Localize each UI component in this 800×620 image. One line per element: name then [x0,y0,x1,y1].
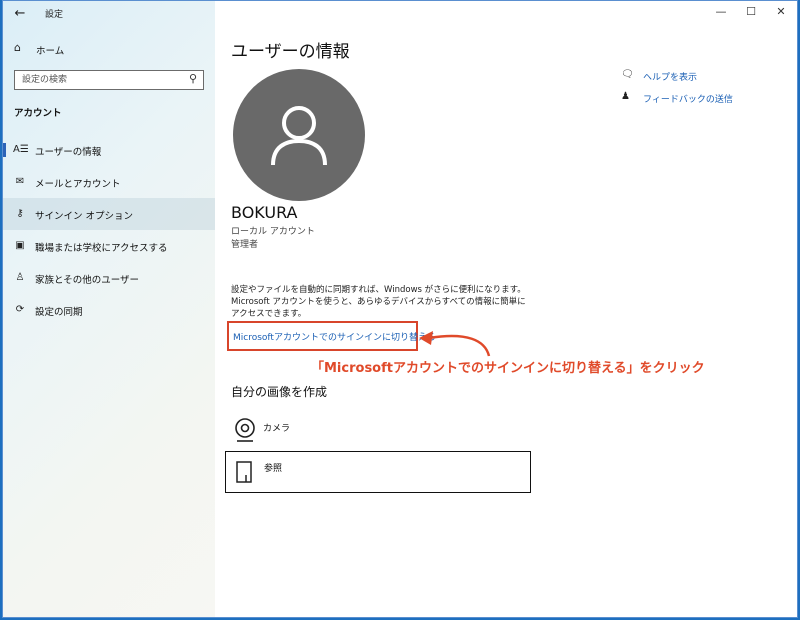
person-icon: ♙ [15,272,25,283]
sidebar-item-label: ユーザーの情報 [35,147,102,158]
sidebar-item-sync[interactable]: ⟳ 設定の同期 [3,294,215,326]
search-icon[interactable]: ⚲ [189,72,197,85]
sidebar-item-work-school[interactable]: ▣ 職場または学校にアクセスする [3,230,215,262]
help-links: 🗨 ヘルプを表示 ♟ フィードバックの送信 [621,67,791,111]
sidebar-item-label: 設定の同期 [35,307,83,318]
sidebar-item-home[interactable]: ⌂ ホーム [3,39,215,59]
briefcase-icon: ▣ [15,240,25,251]
search-box[interactable]: ⚲ [14,70,204,90]
section-title: アカウント [14,108,62,119]
annotation-arrow [419,331,491,357]
help-link[interactable]: 🗨 ヘルプを表示 [621,67,791,89]
file-icon [236,461,252,483]
sync-description: 設定やファイルを自動的に同期すれば、Windows がさらに便利になります。Mi… [231,285,526,319]
feedback-label: フィードバックの送信 [643,95,733,105]
feedback-link[interactable]: ♟ フィードバックの送信 [621,89,791,111]
help-chat-icon: 🗨 [621,69,634,80]
settings-window: ← 設定 ⌂ ホーム ⚲ アカウント A☰ ユーザーの情報 ✉ メールとアカウン… [2,0,798,618]
search-input[interactable] [22,74,182,86]
browse-option[interactable]: 参照 [225,451,531,493]
camera-label: カメラ [263,424,291,434]
annotation-text: 「Microsoftアカウントでのサインインに切り替える」をクリック [311,361,705,376]
sidebar-nav: A☰ ユーザーの情報 ✉ メールとアカウント ⚷ サインイン オプション ▣ 職… [3,134,215,326]
user-info-icon: A☰ [13,144,29,155]
camera-icon [235,418,255,442]
app-title: 設定 [45,10,64,20]
sidebar-item-label: 家族とその他のユーザー [35,275,140,286]
main-content: — ☐ ✕ ユーザーの情報 BOKURA ローカル アカウント 管理者 設定やフ… [215,1,797,617]
account-type: ローカル アカウント [231,227,315,237]
browse-label: 参照 [264,464,283,474]
selection-indicator [3,143,6,157]
user-silhouette-icon [271,106,327,166]
sidebar-item-label: サインイン オプション [35,211,134,222]
help-label: ヘルプを表示 [643,73,698,83]
close-button[interactable]: ✕ [771,5,791,18]
camera-option[interactable]: カメラ [231,417,431,447]
feedback-icon: ♟ [621,91,630,102]
sidebar-item-label: 職場または学校にアクセスする [35,243,168,254]
maximize-button[interactable]: ☐ [741,5,761,18]
home-icon: ⌂ [14,41,21,54]
sidebar-item-label: メールとアカウント [35,179,121,190]
back-arrow-icon[interactable]: ← [11,5,29,23]
sidebar-item-user-info[interactable]: A☰ ユーザーの情報 [3,134,215,166]
mail-icon: ✉ [15,176,25,187]
key-icon: ⚷ [16,208,24,219]
sidebar-item-signin-options[interactable]: ⚷ サインイン オプション [3,198,215,230]
create-picture-title: 自分の画像を作成 [231,385,328,399]
home-label: ホーム [36,46,65,57]
sidebar-item-mail-accounts[interactable]: ✉ メールとアカウント [3,166,215,198]
sidebar-item-family[interactable]: ♙ 家族とその他のユーザー [3,262,215,294]
username: BOKURA [231,203,298,222]
titlebar-left: ← 設定 [3,1,215,27]
sync-icon: ⟳ [15,304,25,315]
account-role: 管理者 [231,240,259,250]
switch-to-microsoft-account-link[interactable]: Microsoftアカウントでのサインインに切り替える [233,330,436,343]
avatar [233,69,365,201]
sidebar: ← 設定 ⌂ ホーム ⚲ アカウント A☰ ユーザーの情報 ✉ メールとアカウン… [3,1,215,617]
highlight-box: Microsoftアカウントでのサインインに切り替える [227,321,436,351]
minimize-button[interactable]: — [711,5,731,18]
page-title: ユーザーの情報 [231,42,350,62]
